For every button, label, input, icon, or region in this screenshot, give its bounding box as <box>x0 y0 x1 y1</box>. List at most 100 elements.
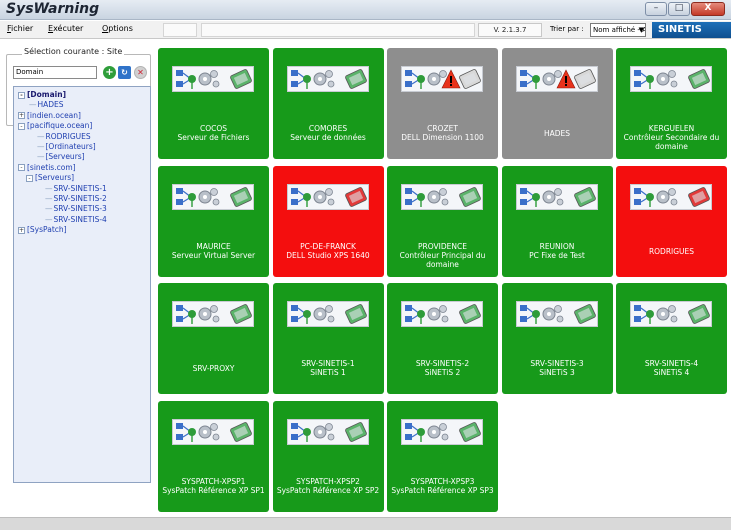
machine-tile[interactable]: SYSPATCH-XPSP1 SysPatch Référence XP SP1 <box>158 400 269 512</box>
machine-description: Contrôleur Secondaire du domaine <box>623 133 720 151</box>
machine-tile[interactable]: COCOS Serveur de Fichiers <box>158 48 269 159</box>
tree-item[interactable]: - [Serveurs] <box>18 173 150 183</box>
machine-tile[interactable]: SYSPATCH-XPSP3 SysPatch Référence XP SP3 <box>387 400 498 512</box>
machine-tile[interactable]: REUNION PC Fixe de Test <box>501 165 613 277</box>
network-status-icon <box>286 66 369 92</box>
tree-item-label: SRV-SINETIS-3 <box>53 204 107 214</box>
machine-description: SysPatch Référence XP SP1 <box>162 485 265 495</box>
menu-fichier[interactable]: Fichier <box>7 24 33 33</box>
network-status-icon <box>401 418 483 445</box>
tree-item[interactable]: —HADES <box>18 100 150 110</box>
machine-tile[interactable]: PROVIDENCE Contrôleur Principal du domain… <box>387 165 498 277</box>
machine-tile[interactable]: SRV-SINETIS-2 SiNETiS 2 <box>387 283 498 394</box>
machine-name: REUNION <box>539 241 575 251</box>
machine-name: SRV-SINETIS-1 <box>301 359 355 368</box>
tree-item-label: [Domain] <box>27 90 67 99</box>
machine-name: SRV-PROXY <box>192 364 235 373</box>
tree-item[interactable]: —SRV-SINETIS-1 <box>18 184 150 194</box>
machine-name: COMORES <box>308 124 348 133</box>
collapse-icon[interactable]: - <box>18 164 25 172</box>
machine-tile[interactable]: KERGUELEN Contrôleur Secondaire du domain… <box>616 48 727 159</box>
tree-connector-icon: — <box>37 141 45 151</box>
tree-item-label: [indien.ocean] <box>27 110 81 120</box>
tree-connector-icon: — <box>45 214 53 224</box>
status-bar <box>0 517 731 530</box>
sort-dropdown[interactable]: Nom affiché - Asce ▼ <box>590 23 646 37</box>
network-status-icon <box>630 66 712 92</box>
network-status-icon <box>515 301 598 327</box>
network-status-icon <box>401 301 483 327</box>
tree-item[interactable]: —[Serveurs] <box>18 152 150 162</box>
machine-name: SRV-SINETIS-4 <box>644 359 699 368</box>
tree-item-label: [Ordinateurs] <box>45 141 96 151</box>
site-input[interactable]: Domain <box>13 66 97 79</box>
machine-name: HADES <box>543 129 571 138</box>
tree-item[interactable]: —[Ordinateurs] <box>18 142 150 152</box>
machine-description: SysPatch Référence XP SP3 <box>391 485 494 495</box>
network-status-icon <box>286 301 369 327</box>
tree-item[interactable]: —SRV-SINETIS-4 <box>18 215 150 225</box>
collapse-icon[interactable]: - <box>26 174 33 182</box>
tree-item[interactable]: —RODRIGUES <box>18 132 150 142</box>
menu-options[interactable]: Options <box>102 24 133 33</box>
network-status-icon <box>286 183 369 210</box>
tree-item[interactable]: —SRV-SINETIS-3 <box>18 204 150 214</box>
site-tree: - [Domain] —HADES + [indien.ocean] - [pacifiqu… <box>13 86 151 483</box>
machine-tile[interactable]: SYSPATCH-XPSP2 SysPatch Référence XP SP2 <box>272 400 384 512</box>
network-status-icon <box>515 183 598 210</box>
tree-connector-icon: — <box>45 183 53 193</box>
machine-tile[interactable]: SRV-SINETIS-4 SiNETiS 4 <box>616 283 727 394</box>
machine-tile[interactable]: PC-DE-FRANCK DELL Studio XPS 1640 <box>272 165 384 277</box>
network-status-icon <box>172 301 254 327</box>
tree-item[interactable]: —SRV-SINETIS-2 <box>18 194 150 204</box>
machine-tile[interactable]: CROZET DELL Dimension 1100 <box>387 48 498 159</box>
expand-icon[interactable]: + <box>18 112 25 120</box>
network-status-icon <box>172 183 254 210</box>
warning-status-icon <box>515 66 598 92</box>
machine-tile[interactable]: MAURICE Serveur Virtual Server <box>158 165 269 277</box>
machine-name: SYSPATCH-XPSP1 <box>181 476 246 486</box>
machine-tile[interactable]: COMORES Serveur de données <box>272 48 384 159</box>
tree-item-label: SRV-SINETIS-4 <box>53 214 107 224</box>
tree-connector-icon: — <box>37 131 45 141</box>
tree-item-label: [sinetis.com] <box>27 162 76 172</box>
tree-item[interactable]: - [sinetis.com] <box>18 163 150 173</box>
tree-item-label: RODRIGUES <box>45 131 91 141</box>
tree-item[interactable]: - [Domain] <box>18 90 150 100</box>
version-label: V. 2.1.3.7 <box>478 23 542 37</box>
tree-item[interactable]: - [pacifique.ocean] <box>18 121 150 131</box>
expand-icon[interactable]: + <box>18 226 25 234</box>
title-bar: SysWarning – □ X <box>0 0 731 20</box>
network-status-icon <box>172 66 254 92</box>
machine-name: CROZET <box>427 124 458 133</box>
minimize-button[interactable]: – <box>645 2 667 16</box>
add-icon[interactable]: + <box>103 66 116 79</box>
warning-status-icon <box>401 66 483 92</box>
tree-item[interactable]: + [SysPatch] <box>18 225 150 235</box>
machine-tile[interactable]: RODRIGUES <box>616 165 727 277</box>
machine-name: SYSPATCH-XPSP3 <box>410 476 475 486</box>
machine-tile[interactable]: SRV-SINETIS-1 SiNETiS 1 <box>272 283 384 394</box>
left-panel: Sélection courante : Site Domain + ↻ ✕ -… <box>0 40 155 517</box>
collapse-icon[interactable]: - <box>18 122 25 130</box>
remove-icon[interactable]: ✕ <box>134 66 147 79</box>
machine-tile[interactable]: SRV-SINETIS-3 SiNETiS 3 <box>501 283 613 394</box>
machine-tile[interactable]: HADES <box>501 48 613 159</box>
machine-name: PROVIDENCE <box>418 241 467 251</box>
sort-label: Trier par : <box>550 25 584 33</box>
toolbar-spacer <box>201 23 475 37</box>
network-status-icon <box>401 183 483 210</box>
maximize-button[interactable]: □ <box>668 2 690 16</box>
close-button[interactable]: X <box>691 2 725 16</box>
network-status-icon <box>630 301 712 327</box>
tree-item[interactable]: + [indien.ocean] <box>18 111 150 121</box>
tree-item-label: [Serveurs] <box>45 152 85 162</box>
machine-description: Serveur Virtual Server <box>171 250 256 260</box>
machine-description: Serveur de données <box>290 133 366 142</box>
refresh-icon[interactable]: ↻ <box>118 66 131 79</box>
menu-bar: Fichier Exécuter Options V. 2.1.3.7 Trie… <box>0 21 731 39</box>
app-title: SysWarning <box>6 1 100 17</box>
menu-executer[interactable]: Exécuter <box>48 24 83 33</box>
collapse-icon[interactable]: - <box>18 91 25 99</box>
machine-tile[interactable]: SRV-PROXY <box>158 283 269 394</box>
